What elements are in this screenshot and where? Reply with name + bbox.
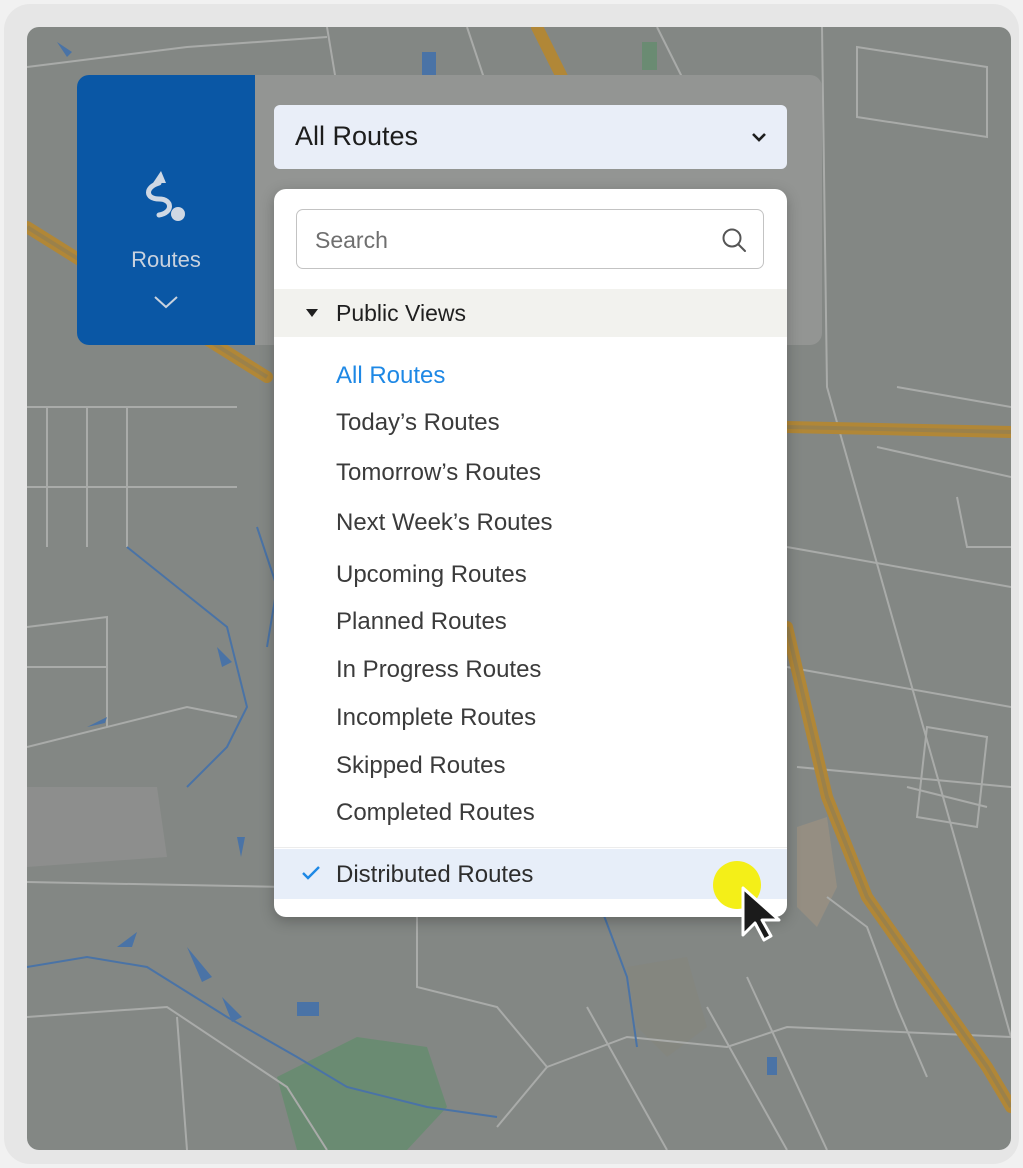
option-todays-routes[interactable]: Today’s Routes — [336, 409, 500, 437]
selected-option-label: Distributed Routes — [336, 861, 534, 888]
option-skipped-routes[interactable]: Skipped Routes — [336, 752, 505, 780]
group-header-public-views[interactable]: Public Views — [274, 289, 787, 337]
option-in-progress-routes[interactable]: In Progress Routes — [336, 656, 541, 684]
route-view-select[interactable]: All Routes — [274, 105, 787, 169]
option-all-routes[interactable]: All Routes — [336, 362, 445, 390]
option-tomorrows-routes[interactable]: Tomorrow’s Routes — [336, 459, 541, 487]
option-upcoming-routes[interactable]: Upcoming Routes — [336, 561, 527, 589]
chevron-down-icon — [154, 296, 178, 309]
caret-down-icon — [306, 309, 318, 317]
option-distributed-routes[interactable]: Distributed Routes — [274, 849, 787, 899]
group-label: Public Views — [336, 300, 466, 326]
option-incomplete-routes[interactable]: Incomplete Routes — [336, 704, 536, 732]
mouse-cursor-icon — [741, 886, 781, 942]
chevron-down-icon — [752, 133, 766, 142]
routes-tab-label: Routes — [131, 247, 201, 272]
route-icon — [146, 171, 185, 221]
search-box[interactable] — [296, 209, 764, 269]
option-next-weeks-routes[interactable]: Next Week’s Routes — [336, 509, 553, 537]
routes-tab[interactable]: Routes — [77, 75, 255, 345]
search-input[interactable] — [313, 224, 717, 256]
divider — [274, 847, 787, 848]
search-icon[interactable] — [721, 227, 747, 253]
option-planned-routes[interactable]: Planned Routes — [336, 608, 507, 636]
check-icon — [302, 866, 320, 880]
option-completed-routes[interactable]: Completed Routes — [336, 799, 535, 827]
route-view-dropdown: Public Views All Routes Today’s Routes T… — [274, 189, 787, 917]
select-value: All Routes — [295, 121, 419, 151]
